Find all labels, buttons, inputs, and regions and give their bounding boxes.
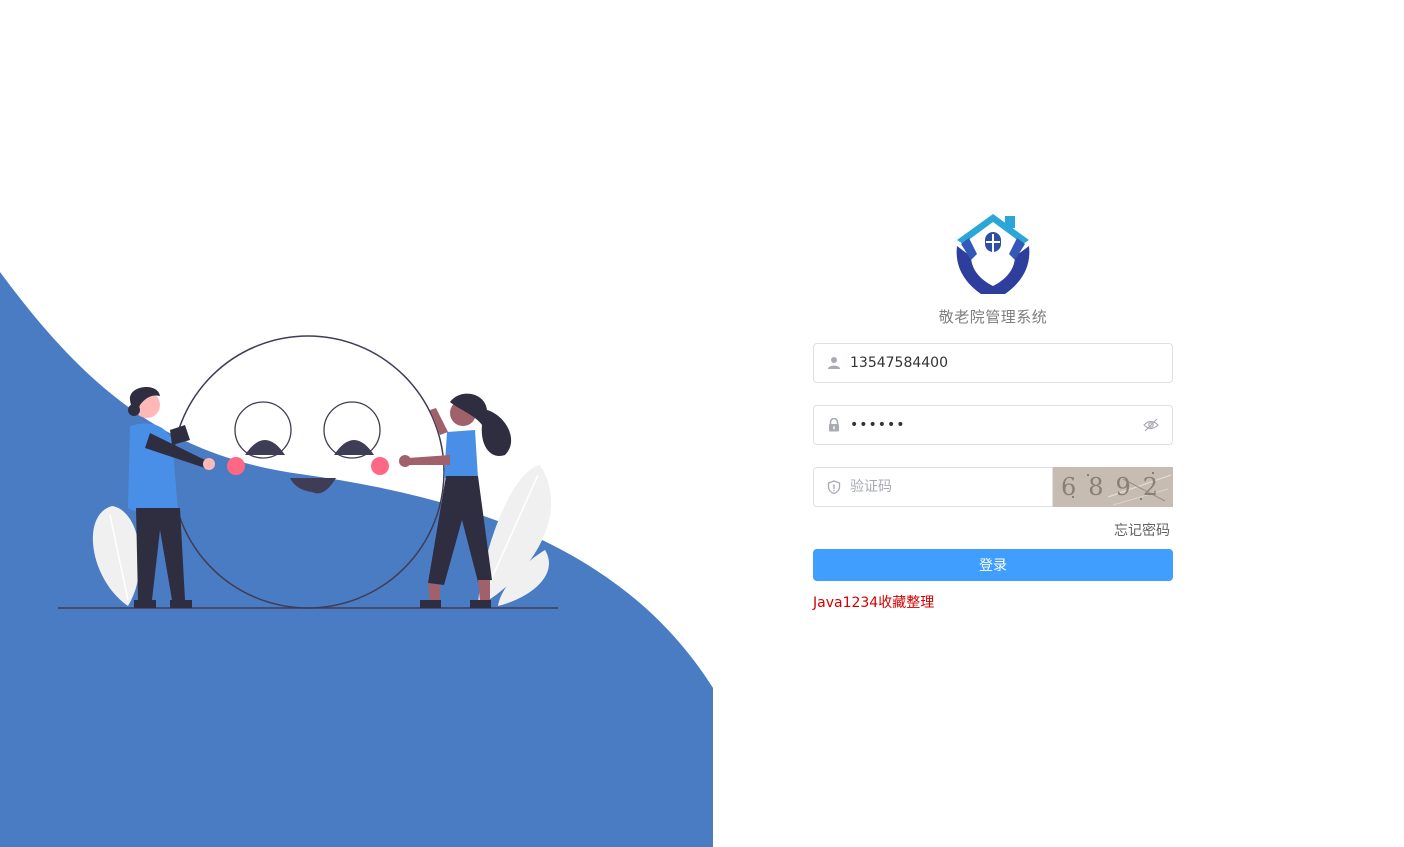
lock-icon xyxy=(829,418,839,432)
captcha-input[interactable] xyxy=(850,468,1040,506)
username-field[interactable] xyxy=(813,343,1173,383)
password-input[interactable] xyxy=(850,406,1130,444)
credit-text: Java1234收藏整理 xyxy=(813,595,935,611)
nursing-home-logo-icon xyxy=(956,214,1030,294)
captcha-image[interactable]: 6892 xyxy=(1053,467,1173,507)
forgot-password-link[interactable]: 忘记密码 xyxy=(1114,520,1170,540)
username-input[interactable] xyxy=(850,344,1150,382)
shield-icon xyxy=(827,480,841,494)
captcha-text: 6892 xyxy=(1061,473,1171,501)
user-icon xyxy=(828,357,840,369)
background-illustration xyxy=(0,272,713,847)
login-button[interactable]: 登录 xyxy=(813,549,1173,581)
eye-hidden-icon[interactable] xyxy=(1143,418,1159,432)
app-title: 敬老院管理系统 xyxy=(938,308,1048,326)
captcha-field[interactable] xyxy=(813,467,1053,507)
password-field[interactable] xyxy=(813,405,1173,445)
